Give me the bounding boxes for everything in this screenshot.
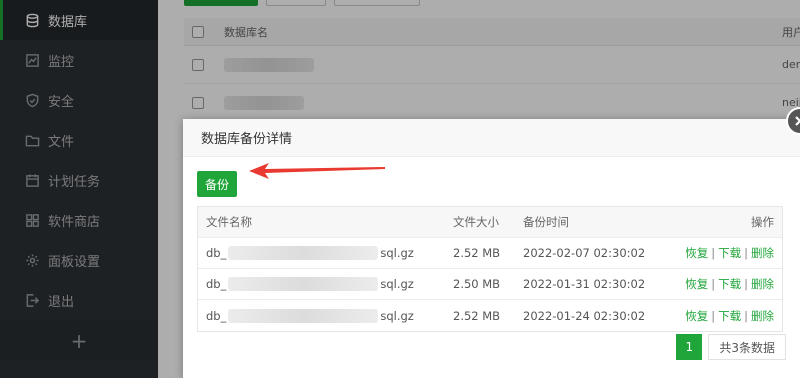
- backup-time: 2022-02-07 02:30:02: [523, 246, 646, 260]
- restore-link[interactable]: 恢复: [685, 309, 708, 323]
- column-header-op: 操作: [751, 215, 774, 229]
- table-row: db_ sql.gz 2.52 MB 2022-02-07 02:30:02 恢…: [198, 238, 782, 269]
- column-header-size: 文件大小: [453, 215, 499, 229]
- file-name: db_ sql.gz: [198, 308, 453, 323]
- table-row: db_ sql.gz 2.52 MB 2022-01-24 02:30:02 恢…: [198, 300, 782, 331]
- action-separator: |: [711, 308, 716, 323]
- backup-time: 2022-01-24 02:30:02: [523, 308, 646, 323]
- file-size: 2.52 MB: [453, 308, 501, 323]
- redacted-text: [228, 277, 379, 291]
- close-icon: [795, 116, 800, 126]
- backup-table: 文件名称 文件大小 备份时间 操作 db_ sql.gz 2.52 MB 202…: [197, 206, 783, 332]
- download-link[interactable]: 下载: [718, 309, 741, 323]
- restore-link[interactable]: 恢复: [685, 246, 708, 260]
- delete-link[interactable]: 删除: [751, 277, 774, 291]
- file-name-suffix: sql.gz: [380, 308, 414, 323]
- page-number-current[interactable]: 1: [676, 334, 703, 360]
- backup-time: 2022-01-31 02:30:02: [523, 277, 646, 291]
- modal-title: 数据库备份详情: [183, 119, 800, 157]
- column-header-time: 备份时间: [523, 215, 569, 229]
- row-actions: 恢复 | 下载 | 删除: [653, 276, 782, 292]
- file-name-prefix: db_: [206, 308, 227, 323]
- file-name-prefix: db_: [206, 246, 227, 260]
- restore-link[interactable]: 恢复: [685, 277, 708, 291]
- file-name-suffix: sql.gz: [380, 277, 414, 291]
- backup-button[interactable]: 备份: [197, 171, 237, 197]
- file-name-prefix: db_: [206, 277, 227, 291]
- row-actions: 恢复 | 下载 | 删除: [653, 245, 782, 261]
- action-separator: |: [744, 308, 748, 323]
- action-separator: |: [711, 246, 716, 260]
- file-size: 2.52 MB: [453, 246, 501, 260]
- file-name-suffix: sql.gz: [380, 246, 414, 260]
- action-separator: |: [744, 277, 748, 291]
- download-link[interactable]: 下载: [718, 277, 741, 291]
- action-separator: |: [744, 246, 748, 260]
- file-name: db_ sql.gz: [198, 246, 453, 260]
- delete-link[interactable]: 删除: [751, 246, 774, 260]
- row-actions: 恢复 | 下载 | 删除: [653, 308, 782, 324]
- action-separator: |: [711, 277, 716, 291]
- file-size: 2.50 MB: [453, 277, 501, 291]
- table-row: db_ sql.gz 2.50 MB 2022-01-31 02:30:02 恢…: [198, 269, 782, 300]
- download-link[interactable]: 下载: [718, 246, 741, 260]
- column-header-name: 文件名称: [206, 215, 252, 229]
- table-header: 文件名称 文件大小 备份时间 操作: [198, 207, 782, 238]
- total-count: 共3条数据: [708, 334, 786, 360]
- backup-modal: 数据库备份详情 备份 文件名称 文件大小 备份时间 操作 db_ sql.gz …: [183, 107, 800, 378]
- redacted-text: [228, 308, 379, 323]
- delete-link[interactable]: 删除: [751, 309, 774, 323]
- pagination: 1 共3条数据: [676, 334, 786, 360]
- redacted-text: [228, 246, 379, 260]
- red-arrow-annotation: [249, 163, 385, 179]
- file-name: db_ sql.gz: [198, 277, 453, 291]
